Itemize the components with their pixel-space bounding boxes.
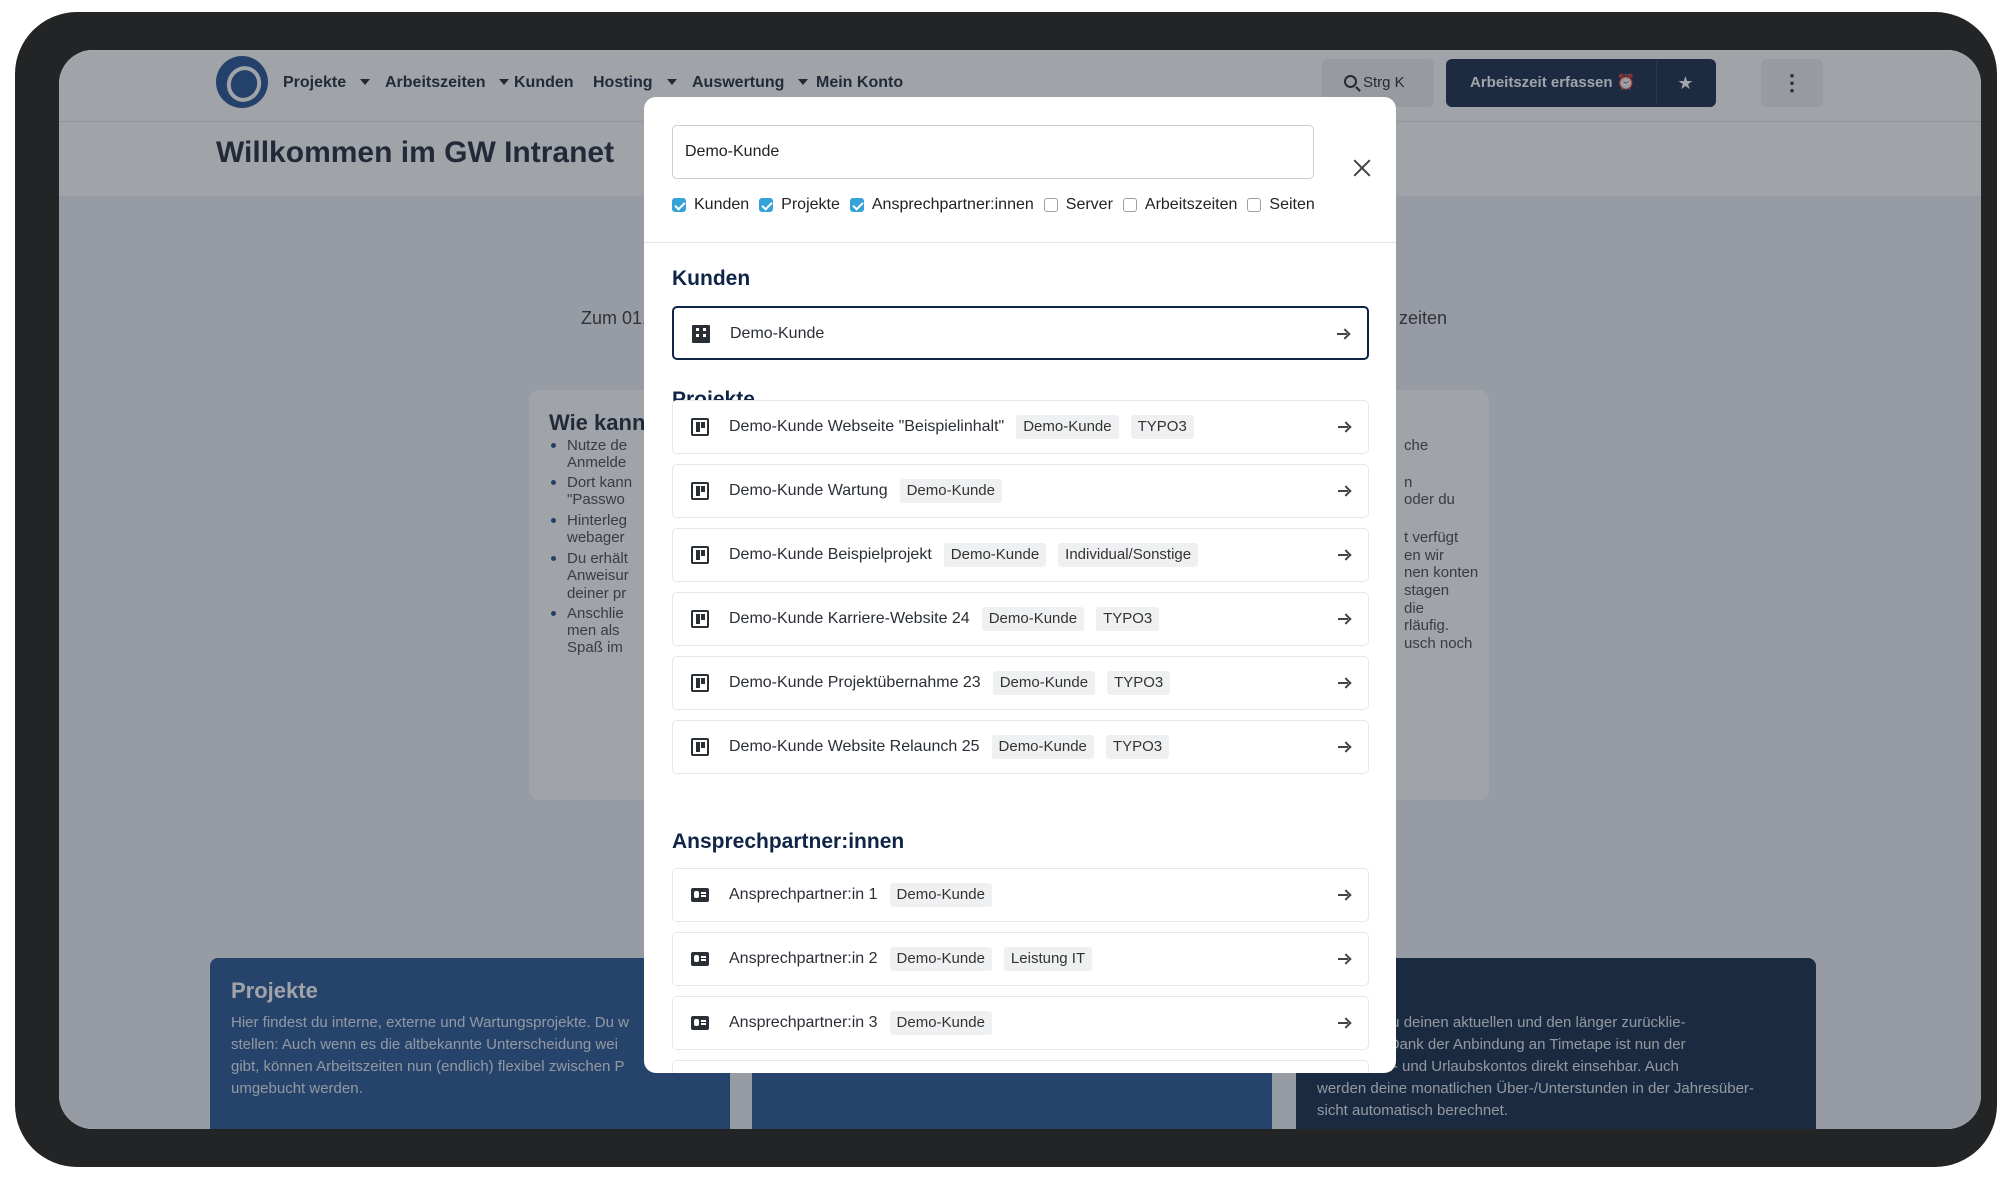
contact-card-icon xyxy=(691,1016,709,1030)
close-icon[interactable] xyxy=(1351,157,1373,179)
result-label: Ansprechpartner:in 1 Demo-Kunde xyxy=(729,869,992,921)
screen: Projekte Arbeitszeiten Kunden Hosting Auswer… xyxy=(59,50,1981,1129)
filter-seiten[interactable]: Seiten xyxy=(1247,196,1315,214)
result-tag: Leistung IT xyxy=(1003,946,1093,971)
result-tag: Demo-Kunde xyxy=(889,946,992,971)
result-label: Ansprechpartner:in 2 Demo-Kunde Leistung I… xyxy=(729,933,1093,985)
project-icon xyxy=(691,674,709,692)
checkbox[interactable] xyxy=(1043,198,1058,212)
section-title: Kunden xyxy=(672,267,751,290)
search-input[interactable] xyxy=(672,125,1314,179)
result-label: Demo-Kunde Wartung Demo-Kunde xyxy=(729,465,1002,517)
arrow-right-icon xyxy=(1338,549,1350,561)
filter-projekte[interactable]: Projekte xyxy=(759,196,840,214)
result-tag: TYPO3 xyxy=(1107,670,1171,695)
device-frame: Projekte Arbeitszeiten Kunden Hosting Auswer… xyxy=(15,12,1997,1167)
result-title: Ansprechpartner:in 2 xyxy=(729,950,878,967)
result-title: Demo-Kunde Projektübernahme 23 xyxy=(729,674,981,691)
result-tag: TYPO3 xyxy=(1130,414,1194,439)
result-row[interactable]: Demo-Kunde Webseite "Beispielinhalt" Demo… xyxy=(672,400,1369,454)
search-results: KundenDemo-KundeProjekteDemo-Kunde Webse… xyxy=(644,244,1396,1073)
project-icon xyxy=(691,418,709,436)
result-title: Demo-Kunde Webseite "Beispielinhalt" xyxy=(729,418,1005,435)
result-label: Demo-Kunde Karriere-Website 24 Demo-Kunde… xyxy=(729,593,1160,645)
filter-label: Server xyxy=(1065,196,1113,213)
result-row[interactable]: Demo-Kunde Projektübernahme 23 Demo-Kunde… xyxy=(672,656,1369,710)
result-title: Demo-Kunde Beispielprojekt xyxy=(729,546,932,563)
arrow-right-icon xyxy=(1338,889,1350,901)
arrow-right-icon xyxy=(1338,485,1350,497)
result-row[interactable]: Ansprechpartner:in 3 Demo-Kunde xyxy=(672,996,1369,1050)
search-modal-header: Kunden Projekte Ansprechpartner:innen Serve… xyxy=(644,97,1396,243)
result-label: Demo-Kunde Beispielprojekt Demo-Kunde Indi… xyxy=(729,529,1199,581)
result-tag: Demo-Kunde xyxy=(943,542,1047,567)
checkbox[interactable] xyxy=(672,198,686,212)
project-icon xyxy=(691,610,709,628)
project-icon xyxy=(691,482,709,500)
checkbox[interactable] xyxy=(849,198,864,212)
result-tag: Demo-Kunde xyxy=(889,882,992,907)
search-filters: Kunden Projekte Ansprechpartner:innen Serve… xyxy=(672,193,1325,217)
result-tag: Demo-Kunde xyxy=(992,670,1096,695)
result-row[interactable]: Demo-Kunde xyxy=(672,306,1369,360)
checkbox[interactable] xyxy=(1122,198,1137,212)
filter-label: Projekte xyxy=(781,196,840,213)
arrow-right-icon xyxy=(1338,421,1350,433)
result-title: Demo-Kunde xyxy=(730,325,825,342)
result-row[interactable]: Demo-Kunde Beispielprojekt Demo-Kunde Indi… xyxy=(672,528,1369,582)
result-title: Demo-Kunde Website Relaunch 25 xyxy=(729,738,980,755)
result-title: Ansprechpartner:in 1 xyxy=(729,886,878,903)
result-row[interactable]: Ansprechpartner:in 2 Demo-Kunde Leistung I… xyxy=(672,932,1369,986)
result-label: Demo-Kunde Webseite "Beispielinhalt" Demo… xyxy=(729,401,1194,453)
arrow-right-icon xyxy=(1338,953,1350,965)
arrow-right-icon xyxy=(1338,613,1350,625)
result-row[interactable]: Ansprechpartner:in 1 Demo-Kunde xyxy=(672,868,1369,922)
result-label: Demo-Kunde Website Relaunch 25 Demo-Kunde… xyxy=(729,721,1170,773)
arrow-right-icon xyxy=(1338,741,1350,753)
search-modal: Kunden Projekte Ansprechpartner:innen Serve… xyxy=(644,97,1396,1073)
result-tag: TYPO3 xyxy=(1096,606,1160,631)
result-label: Demo-Kunde xyxy=(730,308,824,360)
result-row[interactable]: Demo-Kunde Website Relaunch 25 Demo-Kunde… xyxy=(672,720,1369,774)
result-label: Demo-Kunde Projektübernahme 23 Demo-Kunde… xyxy=(729,657,1171,709)
result-title: Ansprechpartner:in 3 xyxy=(729,1014,878,1031)
filter-label: Kunden xyxy=(694,196,750,213)
result-tag: TYPO3 xyxy=(1105,734,1170,759)
result-row[interactable]: Demo-Kunde Wartung Demo-Kunde xyxy=(672,464,1369,518)
filter-label: Seiten xyxy=(1269,196,1315,213)
result-row[interactable] xyxy=(672,1060,1369,1073)
result-tag: Demo-Kunde xyxy=(981,606,1085,631)
building-icon xyxy=(692,325,710,343)
checkbox[interactable] xyxy=(759,198,774,212)
arrow-right-icon xyxy=(1338,1017,1350,1029)
filter-label: Ansprechpartner:innen xyxy=(871,196,1034,213)
result-tag: Individual/Sonstige xyxy=(1058,542,1199,567)
filter-server[interactable]: Server xyxy=(1043,196,1113,214)
arrow-right-icon xyxy=(1338,677,1350,689)
result-tag: Demo-Kunde xyxy=(1016,414,1119,439)
arrow-right-icon xyxy=(1337,328,1349,340)
project-icon xyxy=(691,546,709,564)
result-row[interactable]: Demo-Kunde Karriere-Website 24 Demo-Kunde… xyxy=(672,592,1369,646)
filter-label: Arbeitszeiten xyxy=(1144,196,1238,213)
contact-card-icon xyxy=(691,952,709,966)
contact-card-icon xyxy=(691,888,709,902)
filter-kunden[interactable]: Kunden xyxy=(672,196,749,214)
result-title: Demo-Kunde Karriere-Website 24 xyxy=(729,610,970,627)
filter-arbeitszeiten[interactable]: Arbeitszeiten xyxy=(1122,196,1238,214)
project-icon xyxy=(691,738,709,756)
result-tag: Demo-Kunde xyxy=(991,734,1094,759)
result-label: Ansprechpartner:in 3 Demo-Kunde xyxy=(729,997,992,1049)
filter-ansprechpartner-innen[interactable]: Ansprechpartner:innen xyxy=(849,196,1034,214)
result-tag: Demo-Kunde xyxy=(899,478,1002,503)
checkbox[interactable] xyxy=(1247,198,1262,212)
result-tag: Demo-Kunde xyxy=(889,1010,992,1035)
result-title: Demo-Kunde Wartung xyxy=(729,482,888,499)
section-title: Ansprechpartner:innen xyxy=(672,830,905,853)
